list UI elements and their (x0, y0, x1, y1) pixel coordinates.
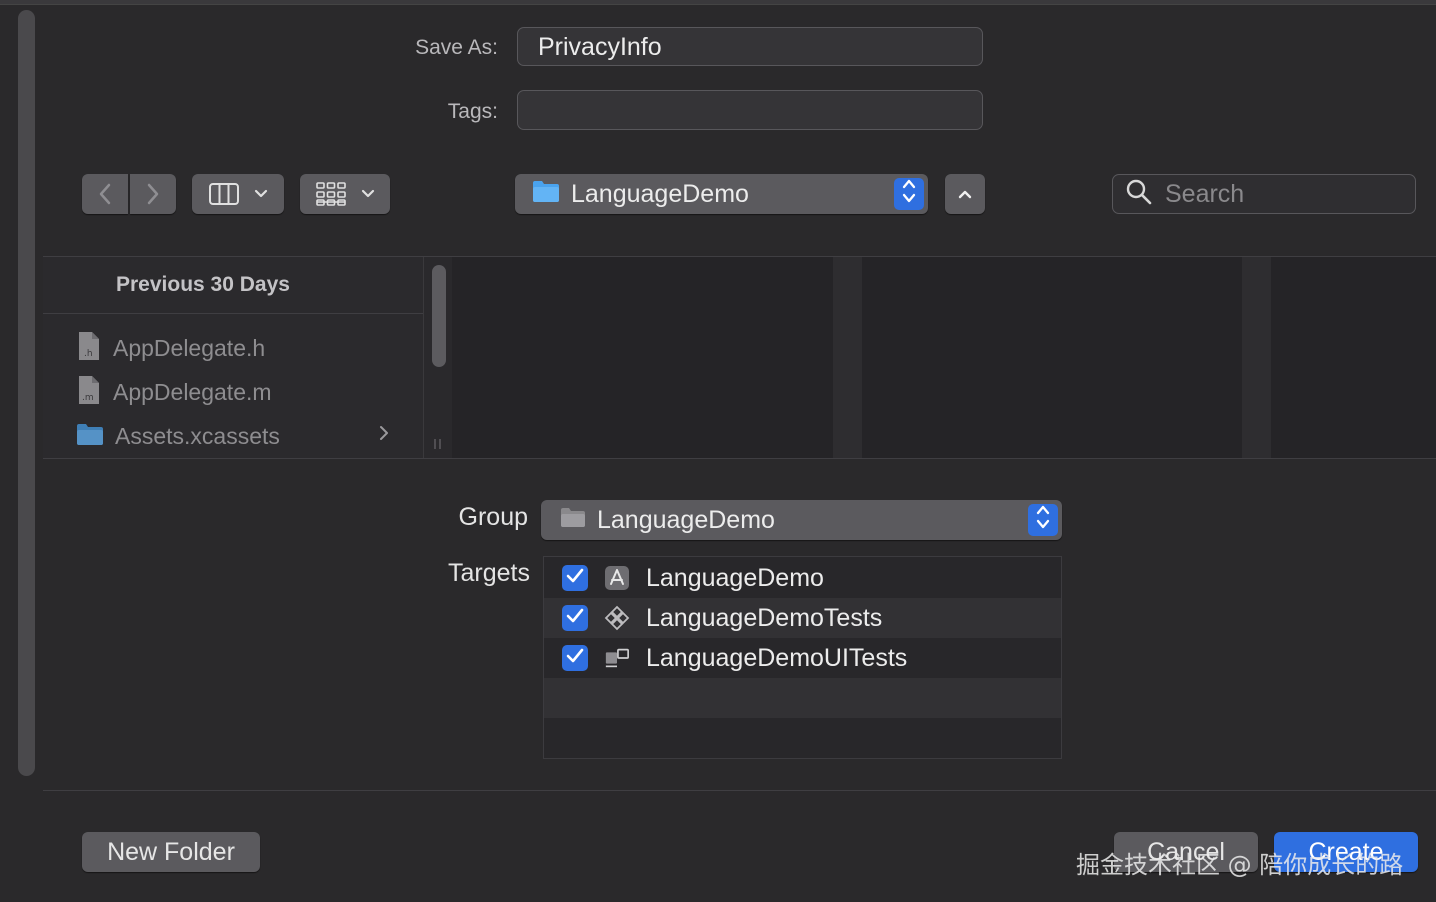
h-file-icon: .h (77, 331, 101, 366)
target-checkbox[interactable] (562, 645, 588, 671)
chevron-up-icon (957, 189, 973, 199)
group-label: Group (458, 503, 528, 531)
column-divider[interactable] (1242, 257, 1271, 458)
forward-button[interactable] (130, 174, 176, 214)
search-icon (1125, 178, 1153, 211)
group-mode-button[interactable] (300, 174, 390, 214)
file-badge: .m (82, 393, 94, 403)
checkmark-icon (566, 608, 584, 629)
scrollbar-thumb[interactable] (432, 265, 446, 367)
m-file-icon: .m (77, 375, 101, 410)
view-mode-button[interactable] (192, 174, 284, 214)
file-row[interactable]: .m AppDelegate.m (43, 372, 423, 412)
browser-column-4 (1271, 257, 1436, 458)
group-value: LanguageDemo (597, 505, 775, 534)
section-header: Previous 30 Days (43, 257, 423, 314)
chevron-right-icon (379, 425, 389, 446)
target-name: LanguageDemoUITests (646, 643, 908, 672)
watermark-text: 掘金技术社区 @ 陪你成长的路 (1076, 851, 1404, 879)
window-top-edge (0, 0, 1436, 5)
chevron-down-icon (254, 189, 268, 199)
list-item[interactable]: LanguageDemo (544, 558, 1061, 598)
target-name: LanguageDemo (646, 563, 824, 592)
search-placeholder: Search (1165, 179, 1245, 208)
list-item[interactable]: LanguageDemoUITests (544, 638, 1061, 678)
file-row[interactable]: Assets.xcassets (43, 416, 423, 456)
location-popup[interactable]: LanguageDemo (515, 174, 928, 214)
ui-test-icon (604, 645, 630, 671)
checkmark-icon (566, 568, 584, 589)
targets-list: LanguageDemo LanguageDemoTests LanguageD… (543, 556, 1062, 759)
new-folder-button[interactable]: New Folder (82, 832, 260, 872)
file-browser: Previous 30 Days .h AppDelegate.h .m App… (43, 256, 1436, 459)
tags-field[interactable] (517, 90, 983, 130)
file-name: Assets.xcassets (115, 422, 280, 449)
file-name: AppDelegate.m (113, 378, 272, 405)
empty-row (544, 678, 1061, 718)
group-popup[interactable]: LanguageDemo (541, 500, 1062, 540)
background-scrollbar[interactable] (18, 10, 35, 776)
column-scrollbar[interactable] (423, 257, 452, 458)
collapse-button[interactable] (945, 174, 985, 214)
unit-test-icon (604, 605, 630, 631)
back-button[interactable] (82, 174, 128, 214)
grid-view-icon (315, 181, 347, 207)
browser-column-1: Previous 30 Days .h AppDelegate.h .m App… (43, 257, 423, 458)
folder-icon (559, 505, 587, 536)
column-divider[interactable] (833, 257, 862, 458)
file-badge: .h (84, 349, 93, 359)
browser-column-2 (452, 257, 833, 458)
chevron-right-icon (146, 183, 160, 205)
file-name: AppDelegate.h (113, 334, 266, 361)
target-name: LanguageDemoTests (646, 603, 883, 632)
up-down-chevron-icon (901, 177, 917, 212)
resize-handle-icon[interactable] (433, 437, 443, 455)
empty-row (544, 718, 1061, 758)
search-field[interactable]: Search (1112, 174, 1416, 214)
file-row[interactable]: .h AppDelegate.h (43, 328, 423, 368)
target-checkbox[interactable] (562, 565, 588, 591)
target-checkbox[interactable] (562, 605, 588, 631)
group-stepper (1028, 504, 1058, 536)
chevron-left-icon (98, 183, 112, 205)
bottom-divider (43, 790, 1436, 791)
save-as-field[interactable]: PrivacyInfo (517, 27, 983, 66)
up-down-chevron-icon (1035, 503, 1051, 538)
app-target-icon (604, 565, 630, 591)
tags-label: Tags: (447, 100, 498, 123)
folder-icon (531, 178, 561, 211)
location-stepper (894, 178, 924, 210)
browser-column-3 (862, 257, 1242, 458)
list-item[interactable]: LanguageDemoTests (544, 598, 1061, 638)
save-as-label: Save As: (415, 36, 498, 59)
location-label: LanguageDemo (571, 179, 749, 208)
targets-label: Targets (448, 559, 530, 587)
columns-view-icon (208, 182, 240, 206)
folder-icon (75, 421, 105, 452)
checkmark-icon (566, 648, 584, 669)
chevron-down-icon (361, 189, 375, 199)
